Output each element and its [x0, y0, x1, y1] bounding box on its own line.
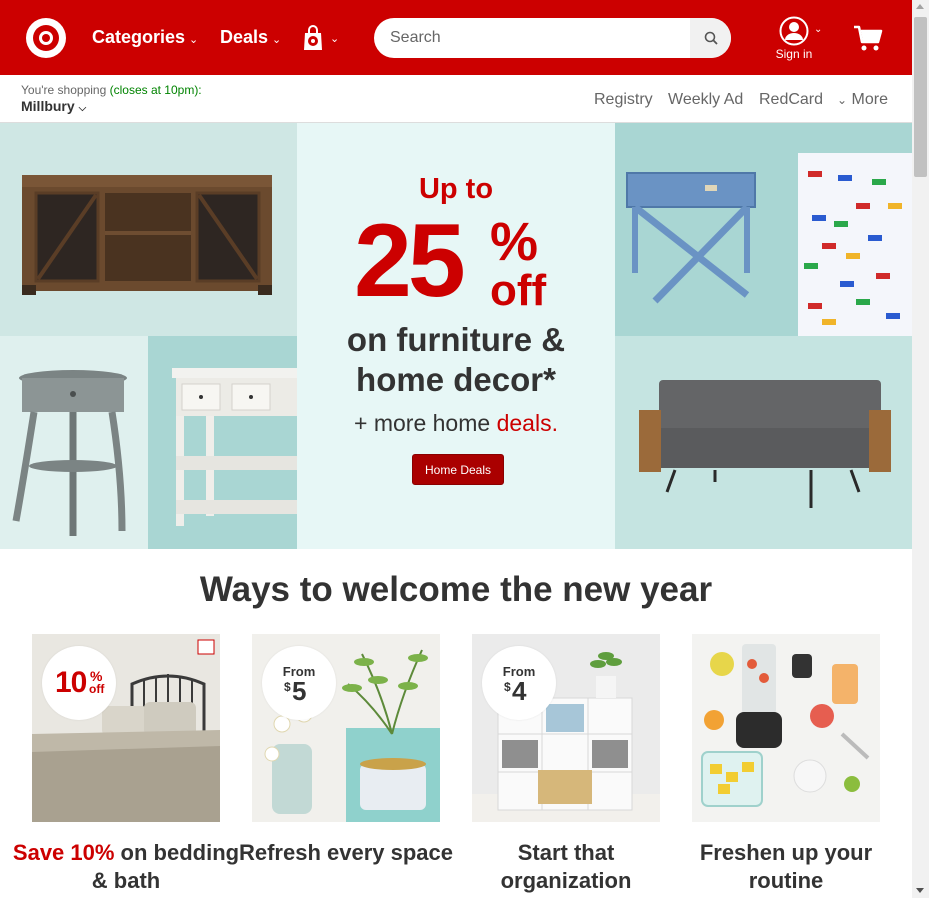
site-header: Categories ⌄ Deals ⌄ ⌄ ⌄ Sign in — [0, 0, 912, 75]
more-menu[interactable]: ⌄ More — [837, 91, 888, 109]
bedding-image: 10 % off — [32, 634, 220, 822]
categories-label: Categories — [92, 27, 186, 47]
search-button[interactable] — [690, 18, 731, 58]
section-title: Ways to welcome the new year — [199, 570, 713, 609]
sign-in-button[interactable]: ⌄ Sign in — [774, 16, 826, 62]
deals-menu[interactable]: Deals ⌄ — [220, 27, 281, 48]
white-console-table-image — [148, 336, 297, 549]
price-badge: From $ 5 — [262, 646, 336, 720]
store-hours: You're shopping (closes at 10pm): — [21, 83, 202, 97]
hero-headline-line2: home decor* — [356, 361, 556, 398]
more-label: More — [851, 91, 888, 108]
chevron-down-icon: ⌄ — [330, 32, 340, 45]
scrollbar-thumb[interactable] — [914, 17, 927, 177]
hero-subtext: + more home deals. — [354, 410, 558, 436]
hero-headline-line1: on furniture & — [346, 321, 566, 358]
shopping-cart-icon — [854, 25, 883, 51]
hero-percent-sign: % — [490, 212, 539, 272]
chevron-down-icon: ⌄ — [272, 33, 282, 46]
chevron-down-icon: ⌄ — [837, 93, 848, 107]
hero-up-to: Up to — [418, 173, 494, 205]
home-decor-image: From $ 5 — [252, 634, 440, 822]
card-caption: Refresh every space — [238, 840, 454, 865]
user-account-icon — [779, 16, 809, 46]
chevron-down-icon: ⌄ — [189, 33, 199, 46]
hero-off: off — [490, 266, 547, 315]
search-icon — [704, 31, 718, 45]
chevron-down-icon: ⌵ — [78, 103, 87, 114]
scroll-up-arrow-icon[interactable] — [916, 4, 924, 9]
store-selector[interactable]: Millbury ⌵ — [21, 98, 86, 114]
card-caption: Save 10% on bedding & bath — [12, 840, 240, 893]
price-badge: From $ 4 — [482, 646, 556, 720]
search-input[interactable] — [374, 18, 690, 58]
home-deals-button[interactable]: Home Deals — [412, 454, 504, 485]
registry-link[interactable]: Registry — [594, 91, 653, 109]
blender-kitchen-image — [692, 634, 880, 822]
gift-bag-menu[interactable]: ⌄ — [302, 24, 346, 52]
redcard-link[interactable]: RedCard — [759, 91, 823, 109]
weekly-ad-link[interactable]: Weekly Ad — [668, 91, 743, 109]
target-logo[interactable] — [26, 18, 66, 58]
hero-banner[interactable]: Up to 25 % off on furniture & home decor… — [0, 123, 912, 549]
cart-button[interactable] — [853, 24, 885, 52]
car-print-bedding-image — [768, 123, 912, 336]
gift-bag-icon — [304, 25, 322, 50]
discount-badge: 10 % off — [42, 646, 116, 720]
tv-stand-image — [0, 123, 297, 336]
hero-percent: 25 — [354, 203, 466, 319]
categories-menu[interactable]: Categories ⌄ — [92, 27, 198, 48]
blue-accent-table-image — [615, 123, 768, 336]
storage-shelf-image: From $ 4 — [472, 634, 660, 822]
deals-label: Deals — [220, 27, 269, 47]
search-bar — [374, 18, 731, 58]
store-bar: You're shopping (closes at 10pm): Millbu… — [0, 75, 912, 123]
scroll-down-arrow-icon[interactable] — [916, 888, 924, 893]
vertical-scrollbar[interactable] — [912, 0, 929, 898]
hero-promo-text: Up to 25 % off on furniture & home decor… — [297, 123, 615, 549]
card-caption: Start that organization — [500, 840, 632, 893]
store-name: Millbury — [21, 98, 75, 114]
gray-sofa-image — [615, 336, 912, 549]
chevron-down-icon: ⌄ — [814, 24, 823, 35]
round-side-table-image — [0, 336, 148, 549]
sign-in-label: Sign in — [775, 47, 813, 61]
card-caption: Freshen up your routine — [699, 840, 873, 893]
